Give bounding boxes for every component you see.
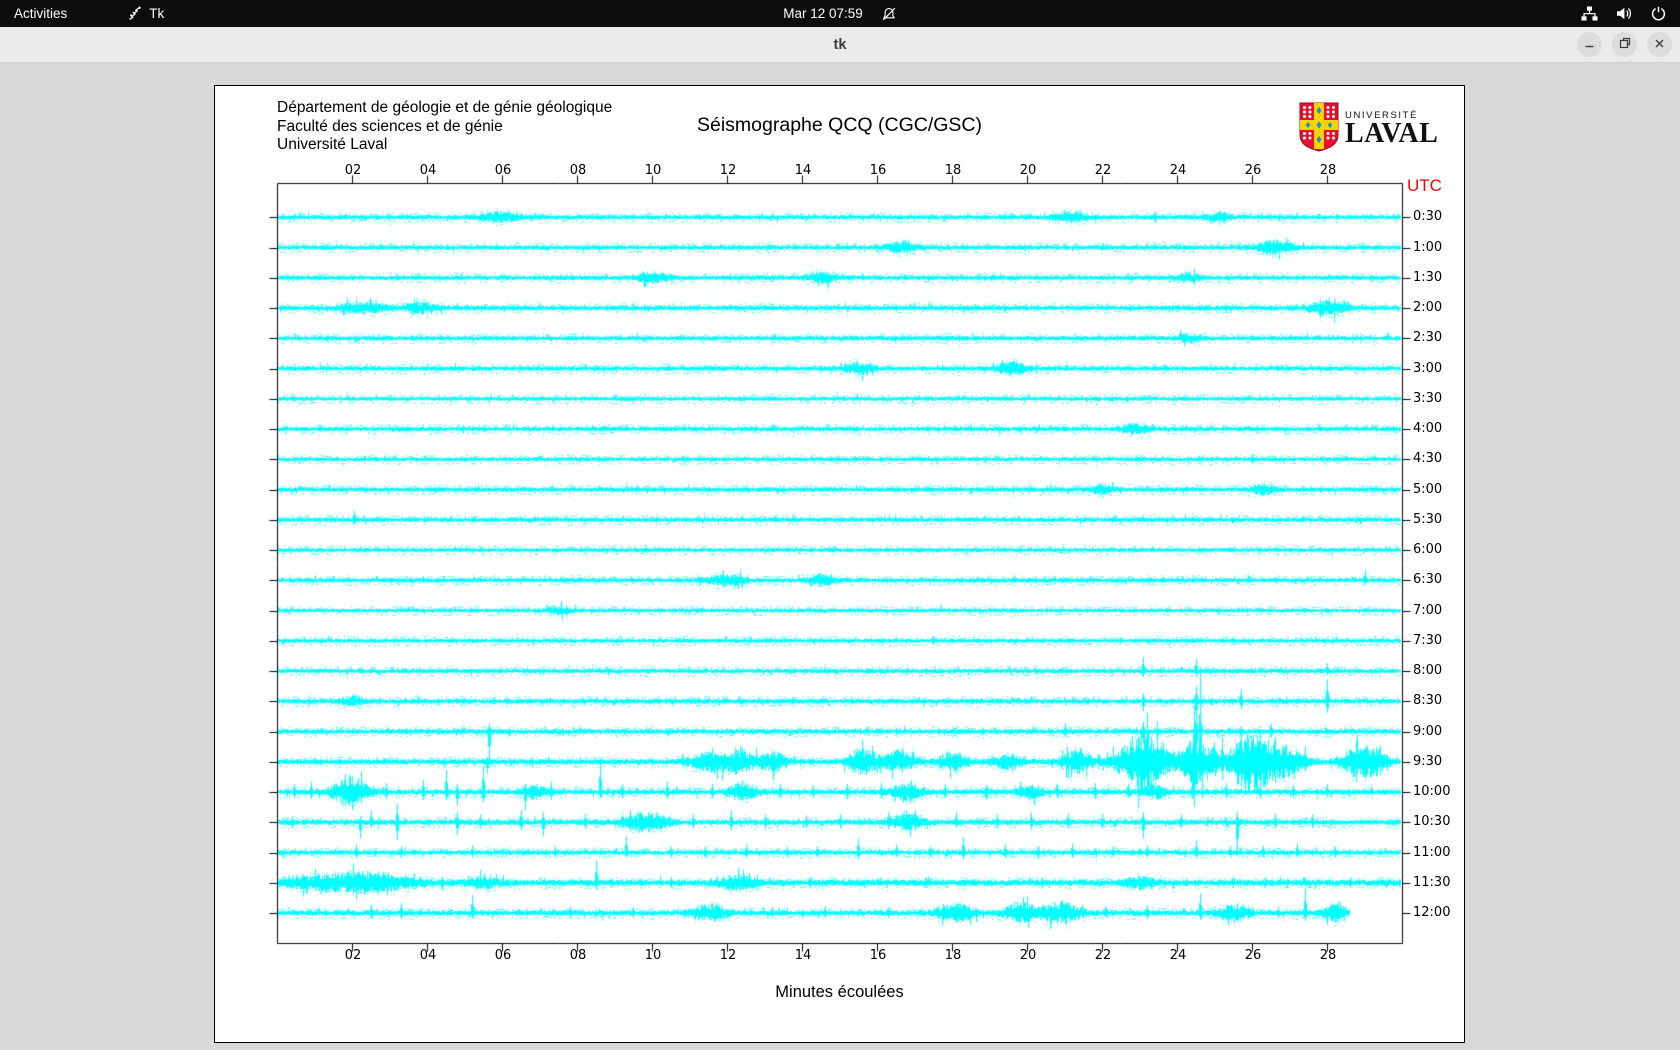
close-icon xyxy=(1654,36,1665,54)
seismograph-canvas: Département de géologie et de génie géol… xyxy=(214,85,1465,1043)
x-tick-label-bottom: 12 xyxy=(720,948,737,963)
x-tick-label-top: 04 xyxy=(420,163,437,178)
x-tick-label-top: 28 xyxy=(1320,163,1337,178)
utc-time-label: 5:30 xyxy=(1413,512,1442,527)
utc-time-label: 10:30 xyxy=(1413,814,1450,829)
network-icon xyxy=(1581,6,1598,21)
x-tick-label-bottom: 22 xyxy=(1095,948,1112,963)
maximize-button[interactable] xyxy=(1612,32,1637,57)
x-tick-label-bottom: 08 xyxy=(570,948,587,963)
x-tick-label-top: 02 xyxy=(345,163,362,178)
utc-time-label: 12:00 xyxy=(1413,905,1450,920)
x-tick-label-top: 16 xyxy=(870,163,887,178)
volume-icon xyxy=(1616,6,1633,21)
x-tick-label-bottom: 06 xyxy=(495,948,512,963)
top-bar: Activities Tk Mar 12 07:59 xyxy=(0,0,1680,27)
utc-time-label: 8:00 xyxy=(1413,663,1442,678)
close-button[interactable] xyxy=(1647,32,1672,57)
system-tray[interactable] xyxy=(1581,0,1680,27)
x-tick-label-top: 22 xyxy=(1095,163,1112,178)
utc-time-label: 9:30 xyxy=(1413,754,1442,769)
utc-time-label: 3:30 xyxy=(1413,391,1442,406)
utc-time-label: 5:00 xyxy=(1413,482,1442,497)
tk-window-background: Département de géologie et de génie géol… xyxy=(0,63,1680,1050)
x-tick-label-bottom: 10 xyxy=(645,948,662,963)
bell-slash-icon[interactable] xyxy=(881,7,897,21)
x-tick-label-top: 08 xyxy=(570,163,587,178)
utc-time-label: 6:30 xyxy=(1413,572,1442,587)
utc-time-label: 2:00 xyxy=(1413,300,1442,315)
x-tick-label-bottom: 24 xyxy=(1170,948,1187,963)
utc-time-label: 1:00 xyxy=(1413,240,1442,255)
maximize-icon xyxy=(1619,36,1631,54)
utc-time-label: 7:30 xyxy=(1413,633,1442,648)
x-tick-label-bottom: 26 xyxy=(1245,948,1262,963)
x-tick-label-bottom: 18 xyxy=(945,948,962,963)
utc-time-label: 0:30 xyxy=(1413,209,1442,224)
window-title: tk xyxy=(0,27,1680,62)
minimize-icon xyxy=(1584,36,1595,54)
x-tick-label-top: 24 xyxy=(1170,163,1187,178)
x-axis-title: Minutes écoulées xyxy=(215,983,1464,1002)
utc-time-label: 9:00 xyxy=(1413,724,1442,739)
x-tick-label-bottom: 20 xyxy=(1020,948,1037,963)
x-tick-label-top: 26 xyxy=(1245,163,1262,178)
x-tick-label-top: 06 xyxy=(495,163,512,178)
x-tick-label-bottom: 14 xyxy=(795,948,812,963)
utc-time-label: 11:30 xyxy=(1413,875,1450,890)
x-tick-label-top: 18 xyxy=(945,163,962,178)
utc-time-label: 2:30 xyxy=(1413,330,1442,345)
x-tick-label-top: 14 xyxy=(795,163,812,178)
power-icon xyxy=(1651,6,1666,21)
x-tick-label-top: 10 xyxy=(645,163,662,178)
x-tick-label-bottom: 16 xyxy=(870,948,887,963)
x-tick-label-bottom: 28 xyxy=(1320,948,1337,963)
utc-time-label: 7:00 xyxy=(1413,603,1442,618)
x-tick-label-top: 12 xyxy=(720,163,737,178)
x-tick-label-bottom: 02 xyxy=(345,948,362,963)
utc-time-label: 3:00 xyxy=(1413,361,1442,376)
utc-time-label: 1:30 xyxy=(1413,270,1442,285)
x-tick-label-bottom: 04 xyxy=(420,948,437,963)
minimize-button[interactable] xyxy=(1577,32,1602,57)
utc-time-label: 6:00 xyxy=(1413,542,1442,557)
utc-time-label: 4:30 xyxy=(1413,451,1442,466)
utc-time-label: 4:00 xyxy=(1413,421,1442,436)
x-tick-label-top: 20 xyxy=(1020,163,1037,178)
seismogram-plot xyxy=(215,86,1464,1042)
utc-time-label: 11:00 xyxy=(1413,845,1450,860)
utc-time-label: 10:00 xyxy=(1413,784,1450,799)
utc-time-label: 8:30 xyxy=(1413,693,1442,708)
clock[interactable]: Mar 12 07:59 xyxy=(783,6,863,21)
window-title-bar: tk xyxy=(0,27,1680,63)
